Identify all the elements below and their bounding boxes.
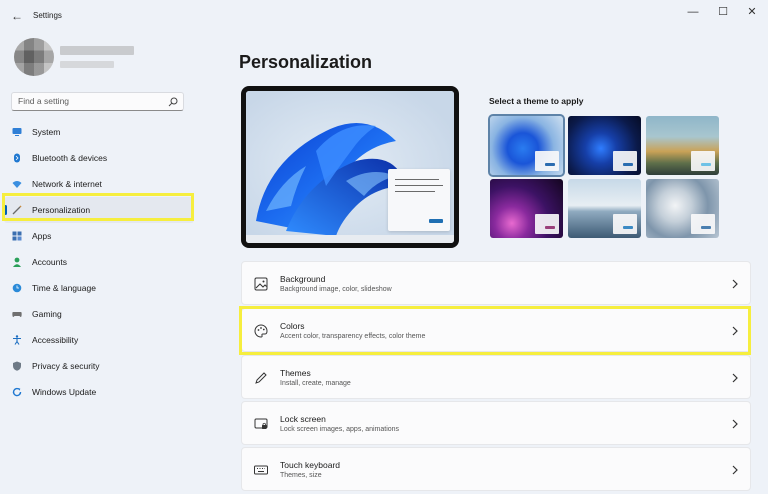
- keyboard-icon: [254, 465, 268, 475]
- theme-preview-window: [535, 214, 559, 234]
- sidebar-nav: System Bluetooth & devices Network & int…: [4, 119, 194, 405]
- back-button[interactable]: ←: [8, 8, 26, 24]
- maximize-icon: ☐: [718, 6, 728, 18]
- sidebar-item-system[interactable]: System: [4, 119, 194, 145]
- card-subtitle: Install, create, manage: [280, 380, 351, 387]
- sidebar-item-privacy-security[interactable]: Privacy & security: [4, 353, 194, 379]
- themes-label: Select a theme to apply: [489, 96, 584, 106]
- maximize-button[interactable]: ☐: [711, 4, 735, 20]
- controller-icon: [12, 309, 22, 319]
- card-title: Background: [280, 274, 326, 284]
- theme-preview-window: [535, 151, 559, 171]
- theme-glow[interactable]: [646, 116, 719, 175]
- card-title: Lock screen: [280, 414, 326, 424]
- card-subtitle: Themes, size: [280, 472, 322, 479]
- close-button[interactable]: ✕: [740, 4, 764, 20]
- theme-preview-window: [613, 151, 637, 171]
- sidebar-item-label: Privacy & security: [32, 361, 100, 371]
- lock-screen-icon: [254, 418, 268, 429]
- search-box[interactable]: [11, 92, 184, 111]
- monitor-icon: [12, 127, 22, 137]
- chevron-right-icon: [732, 373, 738, 383]
- theme-preview-window: [691, 214, 715, 234]
- sidebar-item-label: Network & internet: [32, 179, 102, 189]
- back-arrow-icon: ←: [11, 9, 23, 23]
- sidebar-item-apps[interactable]: Apps: [4, 223, 194, 249]
- sidebar-item-label: Accessibility: [32, 335, 79, 345]
- profile-email-redacted: [60, 61, 114, 68]
- image-icon: [254, 277, 268, 291]
- card-background[interactable]: Background Background image, color, slid…: [241, 261, 751, 305]
- minimize-button[interactable]: —: [681, 4, 705, 20]
- chevron-right-icon: [732, 419, 738, 429]
- theme-preview-window: [613, 214, 637, 234]
- wifi-icon: [12, 179, 22, 189]
- theme-preview-window: [691, 151, 715, 171]
- theme-sunrise[interactable]: [568, 179, 641, 238]
- person-icon: [12, 257, 22, 267]
- card-subtitle: Lock screen images, apps, animations: [280, 426, 400, 433]
- theme-preview: [241, 86, 459, 248]
- card-title: Touch keyboard: [280, 460, 341, 470]
- pen-icon: [255, 372, 267, 384]
- preview-taskbar: [246, 235, 454, 243]
- sidebar-item-label: Apps: [32, 231, 52, 241]
- card-title: Themes: [280, 368, 311, 378]
- title-bar: ← Settings — ☐ ✕: [0, 0, 768, 32]
- theme-captured-motion[interactable]: [490, 179, 563, 238]
- sidebar-item-label: System: [32, 127, 61, 137]
- bluetooth-icon: [12, 153, 22, 163]
- search-icon[interactable]: [168, 97, 178, 107]
- sidebar-item-label: Time & language: [32, 283, 96, 293]
- sidebar-item-windows-update[interactable]: Windows Update: [4, 379, 194, 405]
- accessibility-icon: [12, 335, 22, 345]
- sidebar-item-label: Bluetooth & devices: [32, 153, 108, 163]
- preview-desktop: [246, 91, 454, 243]
- sidebar-item-label: Gaming: [32, 309, 62, 319]
- card-themes[interactable]: Themes Install, create, manage: [241, 355, 751, 399]
- app-title: Settings: [33, 11, 62, 20]
- theme-windows-dark[interactable]: [568, 116, 641, 175]
- theme-flow[interactable]: [646, 179, 719, 238]
- update-icon: [12, 387, 22, 397]
- card-lock-screen[interactable]: Lock screen Lock screen images, apps, an…: [241, 401, 751, 445]
- search-input[interactable]: [18, 96, 168, 106]
- profile-name-redacted: [60, 46, 134, 55]
- page-title: Personalization: [239, 52, 373, 72]
- sidebar-item-label: Windows Update: [32, 387, 97, 397]
- preview-window: [388, 169, 450, 231]
- card-touch-keyboard[interactable]: Touch keyboard Themes, size: [241, 447, 751, 491]
- sidebar-item-accessibility[interactable]: Accessibility: [4, 327, 194, 353]
- sidebar-item-label: Accounts: [32, 257, 67, 267]
- sidebar-item-gaming[interactable]: Gaming: [4, 301, 194, 327]
- chevron-right-icon: [732, 279, 738, 289]
- theme-windows-light[interactable]: [488, 114, 565, 177]
- globe-clock-icon: [12, 283, 22, 293]
- highlight-box-personalization: [2, 193, 194, 221]
- card-subtitle: Background image, color, slideshow: [280, 286, 392, 293]
- shield-icon: [12, 361, 22, 371]
- minimize-icon: —: [687, 6, 699, 18]
- highlight-box-colors: [239, 306, 751, 355]
- chevron-right-icon: [732, 465, 738, 475]
- close-icon: ✕: [747, 6, 757, 18]
- sidebar-item-time-language[interactable]: Time & language: [4, 275, 194, 301]
- apps-icon: [12, 231, 22, 241]
- avatar[interactable]: [14, 38, 54, 76]
- sidebar-item-bluetooth-devices[interactable]: Bluetooth & devices: [4, 145, 194, 171]
- sidebar-item-accounts[interactable]: Accounts: [4, 249, 194, 275]
